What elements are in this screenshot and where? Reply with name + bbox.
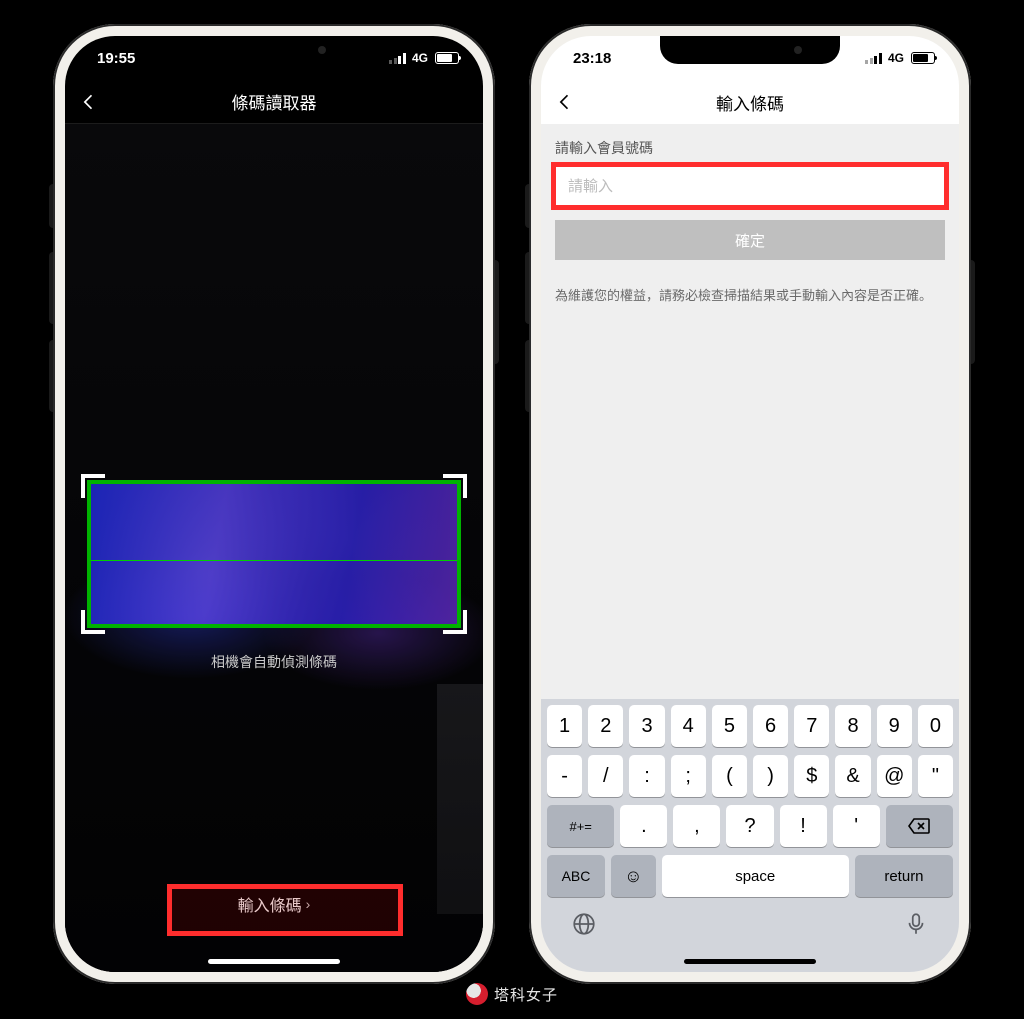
watermark-text: 塔科女子 <box>494 984 558 1005</box>
battery-icon <box>435 52 459 64</box>
keyboard-return-key[interactable]: return <box>855 855 953 897</box>
keyboard-space-key[interactable]: space <box>662 855 849 897</box>
globe-icon[interactable] <box>571 911 597 942</box>
form-area: 請輸入會員號碼 確定 為維護您的權益，請務必檢查掃描結果或手動輸入內容是否正確。 <box>541 124 959 306</box>
screen-right: 23:18 4G 輸入條碼 請輸入會員號碼 確定 <box>541 36 959 972</box>
mic-icon[interactable] <box>903 911 929 942</box>
keyboard-key[interactable]: 6 <box>753 705 788 747</box>
status-time: 23:18 <box>573 50 611 67</box>
keyboard-key[interactable]: 5 <box>712 705 747 747</box>
keyboard-key[interactable]: 7 <box>794 705 829 747</box>
home-indicator[interactable] <box>684 959 816 964</box>
keyboard-key[interactable]: 0 <box>918 705 953 747</box>
nav-bar: 條碼讀取器 <box>65 80 483 124</box>
signal-icon <box>865 53 882 64</box>
back-button[interactable] <box>79 92 99 112</box>
member-code-input[interactable] <box>555 166 945 206</box>
enter-code-label: 輸入條碼 <box>238 892 302 916</box>
keyboard-key[interactable]: - <box>547 755 582 797</box>
screen-left: 19:55 4G 條碼讀取器 <box>65 36 483 972</box>
frame-corner-icon <box>81 610 105 634</box>
status-right: 4G <box>865 51 935 65</box>
keyboard-key[interactable]: $ <box>794 755 829 797</box>
keyboard-key[interactable]: ; <box>671 755 706 797</box>
phone-frame-right: 23:18 4G 輸入條碼 請輸入會員號碼 確定 <box>529 24 971 984</box>
frame-corner-icon <box>443 610 467 634</box>
network-label: 4G <box>888 51 904 65</box>
keyboard-key[interactable]: 8 <box>835 705 870 747</box>
scan-target-image <box>87 480 461 628</box>
phone-frame-left: 19:55 4G 條碼讀取器 <box>53 24 495 984</box>
keyboard-key[interactable]: 9 <box>877 705 912 747</box>
frame-corner-icon <box>81 474 105 498</box>
keyboard-key[interactable]: ! <box>780 805 827 847</box>
chevron-right-icon: › <box>306 896 311 912</box>
keyboard-key[interactable]: 4 <box>671 705 706 747</box>
enter-code-button[interactable]: 輸入條碼 › <box>216 882 333 926</box>
keyboard-delete-key[interactable] <box>886 805 953 847</box>
home-indicator[interactable] <box>208 959 340 964</box>
confirm-button[interactable]: 確定 <box>555 220 945 260</box>
keyboard-key[interactable]: " <box>918 755 953 797</box>
scan-frame <box>81 474 467 634</box>
notice-text: 為維護您的權益，請務必檢查掃描結果或手動輸入內容是否正確。 <box>555 286 945 306</box>
nav-title: 條碼讀取器 <box>232 89 317 114</box>
nav-title: 輸入條碼 <box>716 90 784 115</box>
watermark-icon <box>466 983 488 1005</box>
nav-bar: 輸入條碼 <box>541 80 959 124</box>
keyboard-key[interactable]: 3 <box>629 705 664 747</box>
scan-hint-text: 相機會自動偵測條碼 <box>65 652 483 672</box>
network-label: 4G <box>412 51 428 65</box>
keyboard-key[interactable]: ? <box>726 805 773 847</box>
back-button[interactable] <box>555 92 575 112</box>
keyboard-key[interactable]: 1 <box>547 705 582 747</box>
field-label: 請輸入會員號碼 <box>555 138 945 158</box>
keyboard-key[interactable]: ' <box>833 805 880 847</box>
status-right: 4G <box>389 51 459 65</box>
keyboard-key[interactable]: ) <box>753 755 788 797</box>
ios-keyboard: 1234567890 -/:;()$&@" #+= .,?!' ABC ☺ <box>541 699 959 972</box>
notch <box>660 36 840 64</box>
notch <box>184 36 364 64</box>
scanner-view: 相機會自動偵測條碼 輸入條碼 › <box>65 124 483 972</box>
keyboard-key[interactable]: 2 <box>588 705 623 747</box>
watermark: 塔科女子 <box>466 983 558 1005</box>
signal-icon <box>389 53 406 64</box>
keyboard-key[interactable]: : <box>629 755 664 797</box>
keyboard-key[interactable]: / <box>588 755 623 797</box>
keyboard-key[interactable]: , <box>673 805 720 847</box>
keyboard-emoji-key[interactable]: ☺ <box>611 855 656 897</box>
keyboard-key[interactable]: @ <box>877 755 912 797</box>
keyboard-symbols-key[interactable]: #+= <box>547 805 614 847</box>
keyboard-abc-key[interactable]: ABC <box>547 855 605 897</box>
keyboard-key[interactable]: . <box>620 805 667 847</box>
status-time: 19:55 <box>97 50 135 67</box>
keyboard-key[interactable]: & <box>835 755 870 797</box>
keyboard-key[interactable]: ( <box>712 755 747 797</box>
frame-corner-icon <box>443 474 467 498</box>
scan-line <box>91 560 457 561</box>
battery-icon <box>911 52 935 64</box>
